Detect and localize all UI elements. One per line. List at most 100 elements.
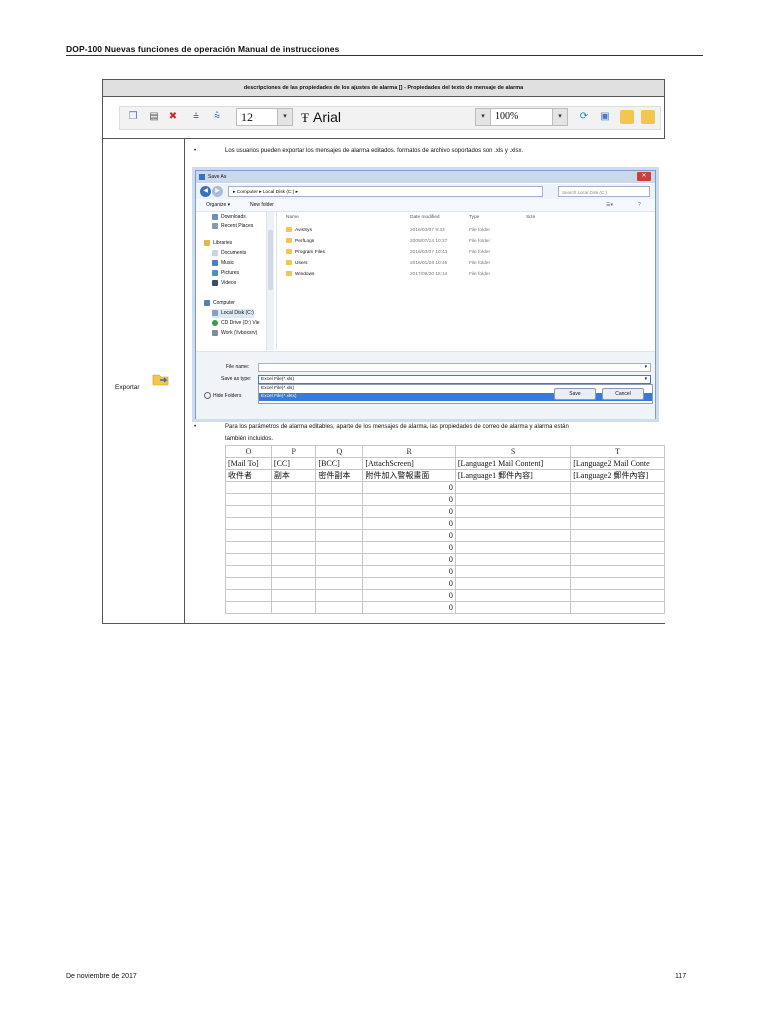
paste-icon[interactable]: ▤ <box>147 110 161 124</box>
spreadsheet-table: OPQRST [Mail To] [CC] [BCC] [AttachScreen][… <box>225 445 665 614</box>
table-cell: 密件副本 <box>315 469 364 482</box>
save-button[interactable]: Save <box>554 388 596 400</box>
file-date: 2016/03/07 9:33 <box>410 228 445 233</box>
folder-icon <box>286 249 292 255</box>
nav-item-local-disk[interactable]: Local Disk (C:) <box>212 309 254 318</box>
zoom-dropdown-icon[interactable]: ▾ <box>552 108 568 126</box>
scrollbar-thumb[interactable] <box>268 230 273 290</box>
libraries-icon <box>204 239 210 246</box>
new-folder-button[interactable]: New folder <box>250 199 274 211</box>
back-icon[interactable]: ◀ <box>200 186 211 197</box>
export-folder-icon[interactable] <box>641 110 655 124</box>
disk-icon <box>212 309 218 316</box>
nav-item-work[interactable]: Work (\\vboxsrv) <box>212 329 257 338</box>
align-bottom-icon[interactable]: ⩯ <box>210 110 224 124</box>
table-row: 0 <box>225 529 665 542</box>
table-cell <box>315 517 364 530</box>
table-cell <box>315 529 364 542</box>
file-name-field[interactable]: ▾ <box>258 363 651 372</box>
import-folder-icon[interactable] <box>620 110 634 124</box>
nav-label: Recent Places <box>221 223 254 229</box>
table-cell <box>570 517 665 530</box>
column-header-type[interactable]: Type <box>469 215 479 220</box>
nav-item-recent[interactable]: Recent Places <box>212 222 253 231</box>
file-name: AvisSys <box>295 228 312 233</box>
font-size-dropdown-icon[interactable]: ▾ <box>277 108 293 126</box>
navigation-pane: Downloads Recent Places Libraries Docume… <box>196 212 277 350</box>
table-cell: 0 <box>362 505 456 518</box>
table-cell <box>570 565 665 578</box>
file-name: Windows <box>295 272 315 277</box>
nav-item-documents[interactable]: Documents <box>212 249 246 258</box>
save-type-label: Save as type: <box>221 376 252 382</box>
breadcrumb[interactable]: ▸ Computer ▸ Local Disk (C:) ▸ <box>228 186 543 197</box>
font-name-select[interactable]: Arial <box>313 108 341 126</box>
column-header-name[interactable]: Name <box>286 215 299 220</box>
column-header-date[interactable]: Date modified <box>410 215 440 220</box>
table-cell <box>454 493 572 506</box>
column-letter: S <box>454 445 572 458</box>
folder-icon <box>286 271 292 277</box>
cancel-button[interactable]: Cancel <box>602 388 644 400</box>
nav-label: Local Disk (C:) <box>221 310 254 316</box>
list-item[interactable]: Windows 2017/09/20 15:14 File folder <box>280 269 652 280</box>
spreadsheet-body: [Mail To] [CC] [BCC] [AttachScreen] [Languag… <box>225 457 665 614</box>
list-item[interactable]: AvisSys 2016/03/07 9:33 File folder <box>280 225 652 236</box>
table-cell <box>315 493 364 506</box>
table-cell: 0 <box>362 517 456 530</box>
forward-icon[interactable]: ▶ <box>212 186 223 197</box>
align-top-icon[interactable]: ⩮ <box>189 110 203 124</box>
copy-icon[interactable]: ❐ <box>126 110 140 124</box>
nav-item-cd-drive[interactable]: CD Drive (D:) Vie <box>212 319 260 328</box>
organize-button[interactable]: Organize ▾ <box>206 199 230 211</box>
delete-icon[interactable]: ✖ <box>166 110 180 124</box>
table-cell <box>454 601 572 614</box>
chevron-down-icon: ▾ <box>644 377 647 382</box>
file-type: File folder <box>469 261 491 266</box>
nav-item-downloads[interactable]: Downloads <box>212 213 246 222</box>
table-row: 0 <box>225 565 665 578</box>
table-cell: [Language1 郵件內容] <box>454 469 572 482</box>
column-letter: T <box>570 445 665 458</box>
music-icon <box>212 259 218 266</box>
nav-item-libraries[interactable]: Libraries <box>204 239 232 248</box>
nav-item-music[interactable]: Music <box>212 259 234 268</box>
view-options-icon[interactable]: ☰▾ <box>606 199 613 211</box>
list-item[interactable]: Program Files 2016/03/07 10:43 File folder <box>280 247 652 258</box>
font-name-dropdown-icon[interactable]: ▾ <box>475 108 491 126</box>
help-icon[interactable]: ? <box>638 199 641 211</box>
nav-label: Documents <box>221 250 247 256</box>
save-type-select[interactable]: Excel File(*.xls) ▾ <box>258 375 651 384</box>
table-cell <box>225 565 272 578</box>
table-cell <box>270 601 317 614</box>
search-input[interactable]: Search Local Disk (C:) <box>558 186 650 197</box>
close-icon[interactable]: ✕ <box>637 172 651 181</box>
list-item[interactable]: PerfLogs 2009/07/14 10:27 File folder <box>280 236 652 247</box>
nav-item-videos[interactable]: Videos <box>212 279 236 288</box>
column-header-size[interactable]: Size <box>526 215 535 220</box>
table-cell <box>570 589 665 602</box>
table-cell <box>270 493 317 506</box>
window-icon[interactable]: ▣ <box>598 110 612 124</box>
table-cell <box>225 517 272 530</box>
file-date: 2017/09/20 15:14 <box>410 272 448 277</box>
recent-icon <box>212 222 218 229</box>
dialog-titlebar: Save As ✕ <box>196 171 655 183</box>
table-cell <box>315 589 364 602</box>
nav-item-pictures[interactable]: Pictures <box>212 269 239 278</box>
address-bar: ◀ ▶ ▸ Computer ▸ Local Disk (C:) ▸ Searc… <box>196 184 655 199</box>
table-row: 0 <box>225 517 665 530</box>
table-cell: 0 <box>362 541 456 554</box>
nav-scrollbar[interactable] <box>266 212 274 350</box>
export-folder-icon <box>152 371 170 387</box>
refresh-icon[interactable]: ⟳ <box>577 110 591 124</box>
nav-label: Music <box>221 260 235 266</box>
file-list: Name Date modified Type Size AvisSys 2016… <box>280 212 652 350</box>
nav-item-computer[interactable]: Computer <box>204 299 235 308</box>
table-row: 0 <box>225 601 665 614</box>
list-item[interactable]: Users 2016/01/28 10:46 File folder <box>280 258 652 269</box>
table-cell: [Language1 Mail Content] <box>454 457 572 470</box>
table-cell <box>570 541 665 554</box>
hide-folders-button[interactable]: Hide Folders <box>204 392 241 399</box>
table-cell: 收件者 <box>225 469 272 482</box>
